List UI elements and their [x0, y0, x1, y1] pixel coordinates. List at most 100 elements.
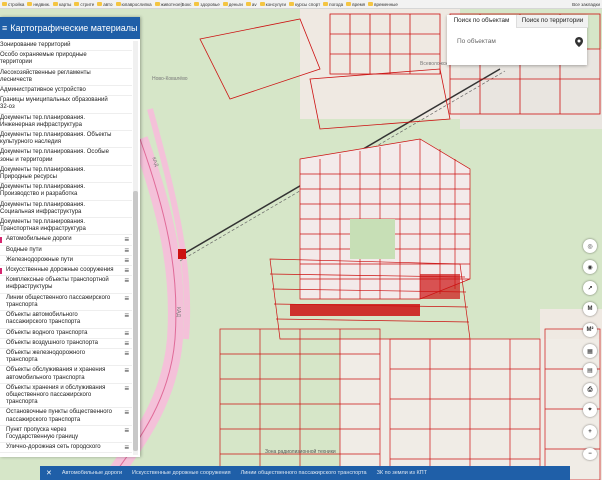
- layer-label: Документы тер.планирования. Природные ре…: [0, 166, 86, 181]
- search-input[interactable]: [455, 37, 569, 46]
- layer-item[interactable]: Документы тер.планирования. Природные ре…: [0, 166, 132, 184]
- layer-item[interactable]: Остановочные пункты общественного пассаж…: [0, 408, 132, 426]
- bookmark-folder[interactable]: юпаврослипка: [115, 2, 152, 7]
- layer-menu-icon[interactable]: ≡: [124, 444, 129, 452]
- bookmark-folder[interactable]: здоровье: [194, 1, 220, 7]
- layer-item[interactable]: Линии общественного пассажирского трансп…: [0, 294, 132, 312]
- tab-search-territory[interactable]: Поиск по территории: [516, 15, 588, 28]
- folder-icon: [53, 2, 59, 6]
- layer-item[interactable]: Документы тер.планирования. Транспортная…: [0, 218, 132, 236]
- layer-item[interactable]: Искусственные дорожные сооружения ≡: [0, 266, 132, 277]
- bookmark-folder[interactable]: стройка: [2, 2, 24, 7]
- layer-item[interactable]: Объекты воздушного транспорта ≡: [0, 339, 132, 349]
- eye-icon[interactable]: ◉: [583, 260, 597, 274]
- folder-icon: [97, 2, 103, 6]
- layer-item[interactable]: Железнодорожные пути ≡: [0, 256, 132, 267]
- all-bookmarks-link[interactable]: Все закладки: [572, 0, 600, 9]
- menu-icon[interactable]: ≡: [2, 23, 7, 33]
- panel-header: ≡ Картографические материалы: [0, 17, 140, 39]
- bookmarks-bar: стройка недвиж. карты стрите авто юпаврослипк…: [0, 0, 602, 9]
- layer-label: Объекты хранения и обслуживания обществе…: [6, 384, 106, 406]
- bookmark-label: временные: [374, 1, 398, 7]
- layer-menu-icon[interactable]: ≡: [124, 409, 129, 417]
- layer-item[interactable]: Документы тер.планирования. Производство…: [0, 183, 132, 201]
- qr-icon[interactable]: ▦: [583, 344, 597, 358]
- panel-scrollbar[interactable]: [133, 41, 138, 455]
- folder-icon: [259, 2, 265, 6]
- layer-item[interactable]: Комплексные объекты транспортной инфраст…: [0, 276, 132, 294]
- layer-item[interactable]: Документы тер.планирования. Инженерная и…: [0, 114, 132, 132]
- bookmark-folder[interactable]: стрите: [74, 2, 94, 7]
- layer-menu-icon[interactable]: ≡: [124, 349, 129, 358]
- layer-item[interactable]: Пункт пропуска через Государственную гра…: [0, 426, 132, 444]
- layer-menu-icon[interactable]: ≡: [124, 246, 129, 255]
- layer-item[interactable]: Границы муниципальных образований 32-оз: [0, 96, 132, 114]
- layer-menu-icon[interactable]: ≡: [124, 312, 129, 320]
- layer-label: Линии общественного пассажирского трансп…: [6, 294, 111, 308]
- layer-item[interactable]: Объекты автомобильного пассажирского тра…: [0, 311, 132, 329]
- bookmark-folder[interactable]: консулуги: [259, 2, 286, 7]
- bookmark-folder[interactable]: время: [346, 2, 365, 7]
- layer-menu-icon[interactable]: ≡: [124, 256, 129, 265]
- close-icon[interactable]: ✕: [46, 469, 52, 477]
- layer-item[interactable]: Документы тер.планирования. Социальная и…: [0, 201, 132, 219]
- layer-item[interactable]: Административное устройство: [0, 86, 132, 97]
- bookmark-label: деньги: [228, 1, 243, 7]
- layer-menu-icon[interactable]: ≡: [124, 426, 129, 435]
- locate-icon[interactable]: ⌖: [583, 403, 597, 417]
- bookmark-label: здоровье: [200, 1, 220, 7]
- layer-item[interactable]: Зонирование территорий: [0, 41, 132, 52]
- layer-item[interactable]: Объекты обслуживания и хранения автомоби…: [0, 366, 132, 384]
- layers-toggle-icon[interactable]: ◎: [583, 239, 597, 253]
- folder-icon: [27, 2, 33, 6]
- layer-menu-icon[interactable]: ≡: [124, 236, 129, 244]
- bookmark-folder[interactable]: животное|Бокс: [154, 2, 191, 7]
- layer-menu-icon[interactable]: ≡: [124, 294, 129, 303]
- layer-menu-icon[interactable]: ≡: [124, 329, 129, 338]
- layer-label: Административное устройство: [0, 87, 86, 94]
- layer-item[interactable]: Документы тер.планирования. Особые зоны …: [0, 148, 132, 166]
- layer-item[interactable]: Улично-дорожная сеть городского ≡: [0, 443, 132, 454]
- layer-item[interactable]: Водные пути ≡: [0, 246, 132, 256]
- active-layer-marker: [0, 237, 2, 244]
- bookmark-folder[interactable]: курсы спорт: [289, 2, 320, 7]
- location-pin-icon[interactable]: [575, 37, 583, 47]
- layer-item[interactable]: Лесохозяйственные регламенты лесничеств: [0, 69, 132, 87]
- measure-area-button[interactable]: M²: [583, 323, 597, 337]
- layer-item[interactable]: Объекты железнодорожного транспорта ≡: [0, 349, 132, 367]
- bookmark-folder[interactable]: временные: [368, 2, 398, 7]
- bookmark-label: av: [251, 1, 257, 7]
- layer-label: Документы тер.планирования. Транспортная…: [0, 219, 86, 233]
- scroll-thumb[interactable]: [133, 191, 138, 451]
- bookmark-label: недвиж.: [33, 1, 51, 7]
- bookmark-folder[interactable]: недвиж.: [27, 2, 50, 7]
- bookmark-folder[interactable]: av: [245, 1, 257, 7]
- layer-menu-icon[interactable]: ≡: [124, 384, 129, 393]
- layer-label: Границы муниципальных образований 32-оз: [0, 97, 108, 111]
- layer-menu-icon[interactable]: ≡: [124, 367, 129, 375]
- tab-search-objects[interactable]: Поиск по объектам: [447, 15, 516, 28]
- zoom-in-button[interactable]: +: [583, 425, 597, 439]
- layer-menu-icon[interactable]: ≡: [124, 267, 129, 275]
- layer-item[interactable]: Автомобильные дороги ≡: [0, 235, 132, 246]
- calendar-icon[interactable]: ▤: [583, 363, 597, 377]
- active-layer-item: ЗК по земли из КПТ: [376, 470, 427, 476]
- folder-icon: [368, 2, 374, 6]
- bookmark-folder[interactable]: погода: [323, 2, 343, 7]
- print-icon[interactable]: ⎙: [583, 383, 597, 397]
- layer-item[interactable]: Объекты водного транспорта ≡: [0, 329, 132, 339]
- layer-menu-icon[interactable]: ≡: [124, 339, 129, 348]
- layer-item[interactable]: Особо охраняемые природные территории: [0, 51, 132, 69]
- zoom-out-button[interactable]: −: [583, 448, 597, 460]
- bookmark-folder[interactable]: карты: [53, 2, 71, 7]
- layer-item[interactable]: Документы тер.планирования. Объекты куль…: [0, 131, 132, 149]
- folder-icon: [115, 2, 121, 6]
- external-link-icon[interactable]: ↗: [583, 281, 597, 295]
- layer-item[interactable]: Объекты хранения и обслуживания обществе…: [0, 384, 132, 409]
- measure-length-button[interactable]: M: [583, 302, 597, 316]
- bookmark-folder[interactable]: деньги: [222, 1, 243, 7]
- bookmark-folder[interactable]: авто: [97, 2, 113, 7]
- layer-label: Остановочные пункты общественного пассаж…: [6, 409, 112, 423]
- layer-label: Объекты железнодорожного транспорта: [6, 349, 86, 364]
- layer-menu-icon[interactable]: ≡: [124, 277, 129, 285]
